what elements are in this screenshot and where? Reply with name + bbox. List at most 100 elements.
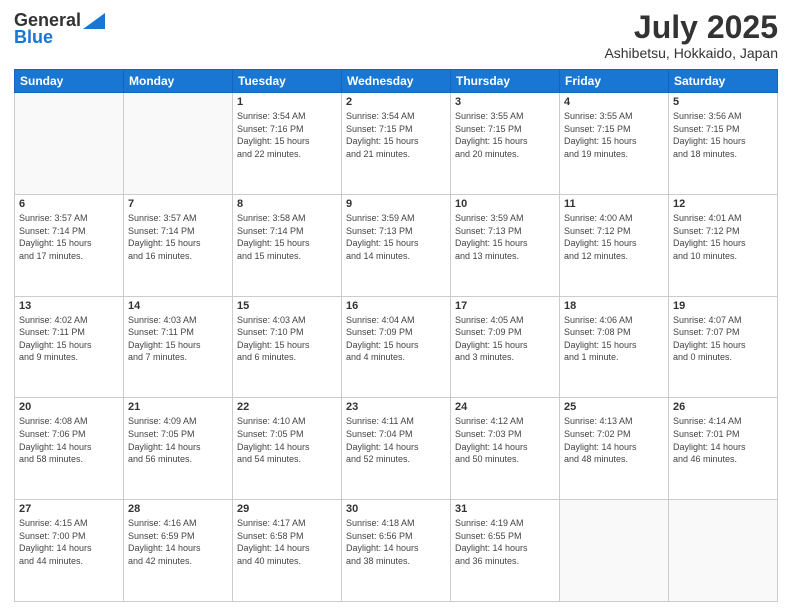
header-thursday: Thursday (451, 70, 560, 93)
calendar-cell: 2 Sunrise: 3:54 AM Sunset: 7:15 PM Daylig… (342, 93, 451, 195)
day-detail: Sunrise: 3:57 AM Sunset: 7:14 PM Dayligh… (19, 212, 119, 262)
day-number: 20 (19, 401, 119, 413)
calendar-cell: 21 Sunrise: 4:09 AM Sunset: 7:05 PM Dayli… (124, 398, 233, 500)
header-wednesday: Wednesday (342, 70, 451, 93)
logo-blue-text: Blue (14, 27, 53, 48)
day-detail: Sunrise: 4:15 AM Sunset: 7:00 PM Dayligh… (19, 517, 119, 567)
calendar-cell: 22 Sunrise: 4:10 AM Sunset: 7:05 PM Dayli… (233, 398, 342, 500)
header: General Blue July 2025 Ashibetsu, Hokkai… (14, 10, 778, 61)
day-number: 7 (128, 198, 228, 210)
day-number: 23 (346, 401, 446, 413)
calendar-cell: 4 Sunrise: 3:55 AM Sunset: 7:15 PM Daylig… (560, 93, 669, 195)
calendar-cell: 1 Sunrise: 3:54 AM Sunset: 7:16 PM Daylig… (233, 93, 342, 195)
calendar-cell: 13 Sunrise: 4:02 AM Sunset: 7:11 PM Dayli… (15, 296, 124, 398)
calendar-cell: 3Sunrise: 3:55 AM Sunset: 7:15 PM Daylig… (451, 93, 560, 195)
location-title: Ashibetsu, Hokkaido, Japan (604, 45, 778, 61)
calendar-week-1: 1 Sunrise: 3:54 AM Sunset: 7:16 PM Daylig… (15, 93, 778, 195)
calendar-cell: 26Sunrise: 4:14 AM Sunset: 7:01 PM Dayli… (669, 398, 778, 500)
day-detail: Sunrise: 3:54 AM Sunset: 7:16 PM Dayligh… (237, 110, 337, 160)
day-detail: Sunrise: 4:18 AM Sunset: 6:56 PM Dayligh… (346, 517, 446, 567)
day-detail: Sunrise: 4:02 AM Sunset: 7:11 PM Dayligh… (19, 314, 119, 364)
calendar-cell: 25 Sunrise: 4:13 AM Sunset: 7:02 PM Dayli… (560, 398, 669, 500)
day-number: 17 (455, 300, 555, 312)
calendar-cell (124, 93, 233, 195)
calendar-cell: 9 Sunrise: 3:59 AM Sunset: 7:13 PM Daylig… (342, 194, 451, 296)
day-detail: Sunrise: 4:14 AM Sunset: 7:01 PM Dayligh… (673, 415, 773, 465)
day-detail: Sunrise: 4:12 AM Sunset: 7:03 PM Dayligh… (455, 415, 555, 465)
calendar-week-2: 6 Sunrise: 3:57 AM Sunset: 7:14 PM Daylig… (15, 194, 778, 296)
calendar-cell: 14 Sunrise: 4:03 AM Sunset: 7:11 PM Dayli… (124, 296, 233, 398)
day-number: 2 (346, 96, 446, 108)
day-detail: Sunrise: 4:03 AM Sunset: 7:11 PM Dayligh… (128, 314, 228, 364)
day-number: 19 (673, 300, 773, 312)
title-block: July 2025 Ashibetsu, Hokkaido, Japan (604, 10, 778, 61)
day-detail: Sunrise: 3:59 AM Sunset: 7:13 PM Dayligh… (455, 212, 555, 262)
calendar-cell: 6 Sunrise: 3:57 AM Sunset: 7:14 PM Daylig… (15, 194, 124, 296)
calendar-cell (669, 500, 778, 602)
day-number: 10 (455, 198, 555, 210)
calendar-cell: 5 Sunrise: 3:56 AM Sunset: 7:15 PM Daylig… (669, 93, 778, 195)
day-number: 22 (237, 401, 337, 413)
header-sunday: Sunday (15, 70, 124, 93)
header-tuesday: Tuesday (233, 70, 342, 93)
day-number: 31 (455, 503, 555, 515)
day-number: 8 (237, 198, 337, 210)
calendar-cell: 30 Sunrise: 4:18 AM Sunset: 6:56 PM Dayli… (342, 500, 451, 602)
calendar-week-3: 13 Sunrise: 4:02 AM Sunset: 7:11 PM Dayli… (15, 296, 778, 398)
day-number: 21 (128, 401, 228, 413)
day-number: 5 (673, 96, 773, 108)
day-detail: Sunrise: 4:08 AM Sunset: 7:06 PM Dayligh… (19, 415, 119, 465)
calendar-cell: 19Sunrise: 4:07 AM Sunset: 7:07 PM Dayli… (669, 296, 778, 398)
day-number: 1 (237, 96, 337, 108)
day-detail: Sunrise: 4:05 AM Sunset: 7:09 PM Dayligh… (455, 314, 555, 364)
calendar-cell: 29Sunrise: 4:17 AM Sunset: 6:58 PM Dayli… (233, 500, 342, 602)
day-number: 25 (564, 401, 664, 413)
calendar-cell: 17 Sunrise: 4:05 AM Sunset: 7:09 PM Dayli… (451, 296, 560, 398)
month-title: July 2025 (604, 10, 778, 45)
day-detail: Sunrise: 4:09 AM Sunset: 7:05 PM Dayligh… (128, 415, 228, 465)
day-number: 24 (455, 401, 555, 413)
calendar-cell: 10 Sunrise: 3:59 AM Sunset: 7:13 PM Dayli… (451, 194, 560, 296)
calendar-cell: 20 Sunrise: 4:08 AM Sunset: 7:06 PM Dayli… (15, 398, 124, 500)
day-number: 27 (19, 503, 119, 515)
calendar-cell (15, 93, 124, 195)
day-number: 9 (346, 198, 446, 210)
day-detail: Sunrise: 4:06 AM Sunset: 7:08 PM Dayligh… (564, 314, 664, 364)
calendar-cell: 8Sunrise: 3:58 AM Sunset: 7:14 PM Daylig… (233, 194, 342, 296)
calendar-cell: 12 Sunrise: 4:01 AM Sunset: 7:12 PM Dayli… (669, 194, 778, 296)
day-detail: Sunrise: 3:59 AM Sunset: 7:13 PM Dayligh… (346, 212, 446, 262)
day-detail: Sunrise: 3:56 AM Sunset: 7:15 PM Dayligh… (673, 110, 773, 160)
calendar-cell: 15Sunrise: 4:03 AM Sunset: 7:10 PM Dayli… (233, 296, 342, 398)
day-number: 13 (19, 300, 119, 312)
day-detail: Sunrise: 4:01 AM Sunset: 7:12 PM Dayligh… (673, 212, 773, 262)
calendar-cell: 7Sunrise: 3:57 AM Sunset: 7:14 PM Daylig… (124, 194, 233, 296)
page: General Blue July 2025 Ashibetsu, Hokkai… (0, 0, 792, 612)
calendar-cell: 28Sunrise: 4:16 AM Sunset: 6:59 PM Dayli… (124, 500, 233, 602)
header-monday: Monday (124, 70, 233, 93)
day-detail: Sunrise: 4:11 AM Sunset: 7:04 PM Dayligh… (346, 415, 446, 465)
calendar-cell: 11 Sunrise: 4:00 AM Sunset: 7:12 PM Dayli… (560, 194, 669, 296)
day-detail: Sunrise: 4:04 AM Sunset: 7:09 PM Dayligh… (346, 314, 446, 364)
day-detail: Sunrise: 4:13 AM Sunset: 7:02 PM Dayligh… (564, 415, 664, 465)
calendar-cell: 18 Sunrise: 4:06 AM Sunset: 7:08 PM Dayli… (560, 296, 669, 398)
day-detail: Sunrise: 4:10 AM Sunset: 7:05 PM Dayligh… (237, 415, 337, 465)
day-detail: Sunrise: 3:55 AM Sunset: 7:15 PM Dayligh… (564, 110, 664, 160)
day-number: 12 (673, 198, 773, 210)
day-number: 14 (128, 300, 228, 312)
day-number: 6 (19, 198, 119, 210)
day-detail: Sunrise: 3:54 AM Sunset: 7:15 PM Dayligh… (346, 110, 446, 160)
day-number: 15 (237, 300, 337, 312)
calendar-week-4: 20 Sunrise: 4:08 AM Sunset: 7:06 PM Dayli… (15, 398, 778, 500)
day-number: 11 (564, 198, 664, 210)
day-number: 18 (564, 300, 664, 312)
calendar-cell: 24 Sunrise: 4:12 AM Sunset: 7:03 PM Dayli… (451, 398, 560, 500)
calendar-cell: 27 Sunrise: 4:15 AM Sunset: 7:00 PM Dayli… (15, 500, 124, 602)
day-number: 3 (455, 96, 555, 108)
calendar-cell (560, 500, 669, 602)
day-number: 30 (346, 503, 446, 515)
calendar-cell: 23 Sunrise: 4:11 AM Sunset: 7:04 PM Dayli… (342, 398, 451, 500)
day-detail: Sunrise: 4:00 AM Sunset: 7:12 PM Dayligh… (564, 212, 664, 262)
day-number: 4 (564, 96, 664, 108)
day-detail: Sunrise: 4:16 AM Sunset: 6:59 PM Dayligh… (128, 517, 228, 567)
day-number: 29 (237, 503, 337, 515)
